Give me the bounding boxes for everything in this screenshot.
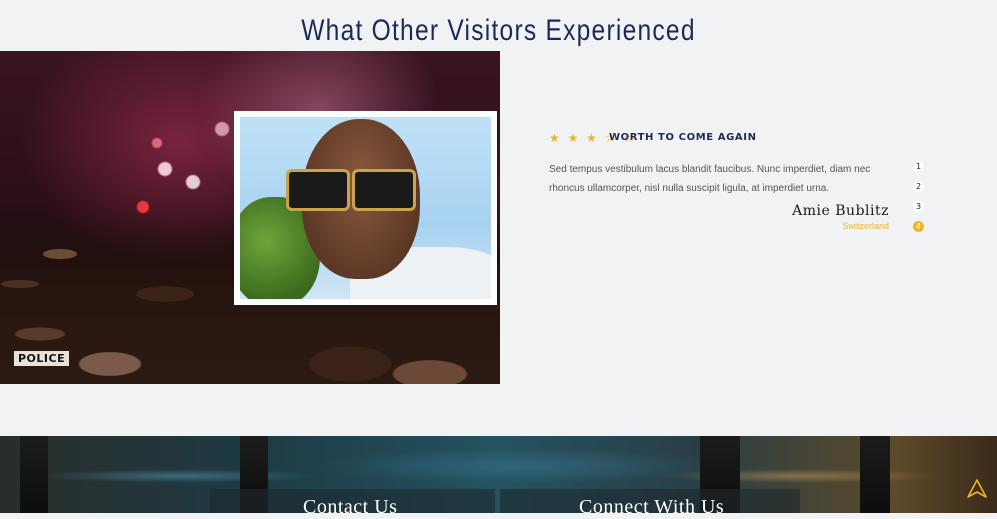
police-sign: POLICE xyxy=(14,351,70,366)
contact-us-heading: Contact Us xyxy=(303,496,398,518)
testimonial-location: Switzerland xyxy=(842,221,889,231)
testimonial-card: ★ ★ ★ ☆ ☆ WORTH TO COME AGAIN Sed tempus… xyxy=(549,0,949,300)
portrait-sunglasses xyxy=(280,169,420,211)
pager-dot-4[interactable]: 4 xyxy=(913,221,924,232)
testimonial-title: WORTH TO COME AGAIN xyxy=(609,132,757,143)
visitor-portrait-image xyxy=(240,117,491,299)
testimonial-body: Sed tempus vestibulum lacus blandit fauc… xyxy=(549,164,871,194)
testimonial-pager: 1 2 3 4 xyxy=(913,161,933,241)
connect-with-us-heading: Connect With Us xyxy=(579,496,725,518)
pager-dot-1[interactable]: 1 xyxy=(913,161,924,172)
footer-section xyxy=(0,436,997,513)
footer-pillar xyxy=(20,436,48,513)
testimonial-author: Amie Bublitz xyxy=(792,203,889,219)
pager-dot-3[interactable]: 3 xyxy=(913,201,924,212)
footer-pillar xyxy=(860,436,890,513)
pager-dot-2[interactable]: 2 xyxy=(913,181,924,192)
visitor-portrait-frame xyxy=(234,111,497,305)
up-arrow-icon[interactable] xyxy=(966,478,988,500)
